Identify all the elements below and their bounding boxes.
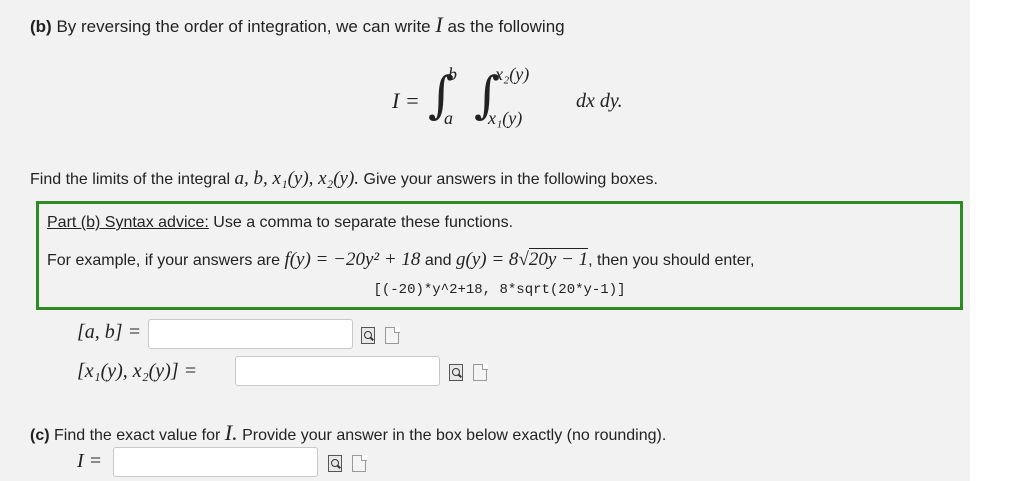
advice-g-lhs: g(y) = 8: [456, 249, 519, 270]
advice-g-expression: g(y) = 8√20y − 1: [456, 248, 589, 270]
part-c-variable: I.: [224, 420, 238, 445]
ab-preview-icon[interactable]: [361, 327, 375, 344]
integrand: dx dy.: [576, 90, 623, 112]
advice-comma-text: Use a comma to separate these functions.: [213, 214, 514, 231]
syntax-advice-link[interactable]: Part (b) Syntax advice:: [47, 214, 209, 231]
I-answer-input[interactable]: [113, 447, 318, 477]
inner-lower-limit: x₁(y): [488, 108, 523, 128]
x-limits-format-help-icon[interactable]: [473, 363, 488, 381]
part-b-intro-tail: as the following: [447, 17, 565, 36]
advice-g-sqrt: 20y − 1: [528, 248, 589, 270]
advice-line-2: For example, if your answers are f(y) = …: [47, 248, 754, 271]
advice-line-1: Part (b) Syntax advice: Use a comma to s…: [47, 214, 513, 232]
I-format-help-icon[interactable]: [352, 454, 367, 472]
outer-upper-limit: b: [448, 64, 457, 84]
ab-format-help-icon[interactable]: [385, 326, 400, 344]
advice-f-expression: f(y) = −20y² + 18: [284, 249, 421, 270]
inner-upper-limit: x₂(y): [495, 64, 530, 84]
advice-example-intro: For example, if your answers are: [47, 252, 280, 269]
part-b-heading: (b) By reversing the order of integratio…: [30, 12, 565, 38]
I-preview-icon[interactable]: [328, 455, 342, 472]
ab-label: [a, b] =: [77, 321, 142, 343]
ab-answer-input[interactable]: [148, 319, 353, 349]
x-limits-answer-input[interactable]: [235, 356, 440, 386]
part-b-variable: I: [435, 12, 443, 37]
part-c-tail: Provide your answer in the box below exa…: [242, 427, 667, 444]
part-b-intro: By reversing the order of integration, w…: [56, 17, 431, 36]
integral-display: I = ∫ ∫ b a x₂(y) x₁(y) dx dy.: [392, 60, 652, 140]
I-label: I =: [77, 450, 103, 472]
outer-lower-limit: a: [444, 108, 453, 128]
x-limits-preview-icon[interactable]: [449, 364, 463, 381]
part-c-text: Find the exact value for: [54, 427, 221, 444]
advice-and: and: [424, 252, 452, 269]
find-tail: Give your answers in the following boxes…: [363, 171, 658, 188]
part-c-tag: (c): [30, 427, 50, 444]
syntax-advice-box: Part (b) Syntax advice: Use a comma to s…: [36, 201, 963, 310]
part-b-tag: (b): [30, 17, 52, 36]
find-vars: a, b, x₁(y), x₂(y).: [234, 168, 360, 189]
part-c-heading: (c) Find the exact value for I. Provide …: [30, 420, 666, 446]
x-limits-label: [x₁(y), x₂(y)] =: [77, 360, 198, 382]
find-limits-text: Find the limits of the integral a, b, x₁…: [30, 168, 658, 190]
advice-tail: , then you should enter,: [588, 252, 755, 269]
advice-code-example: [(-20)*y^2+18, 8*sqrt(20*y-1)]: [373, 282, 626, 298]
find-text: Find the limits of the integral: [30, 171, 231, 188]
integral-lhs: I =: [392, 88, 420, 113]
